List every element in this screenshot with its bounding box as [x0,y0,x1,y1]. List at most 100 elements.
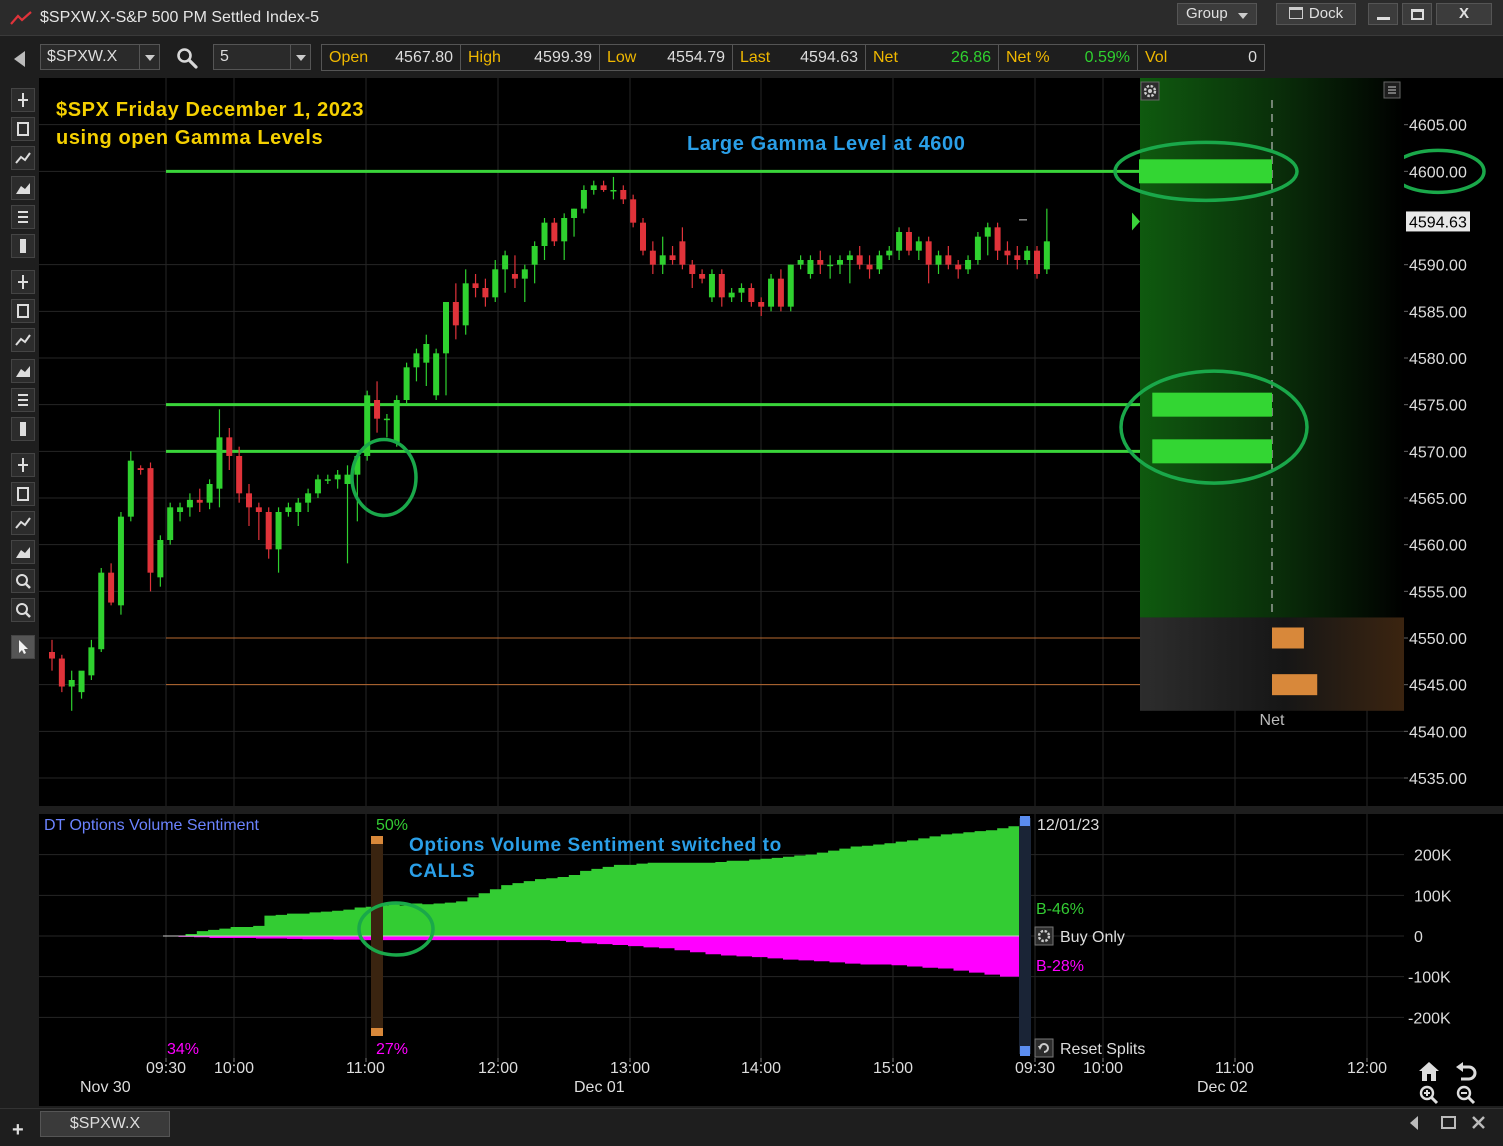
move-icon[interactable] [11,117,35,141]
price-tick-label: 4545.00 [1409,678,1467,695]
price-tick-label: 4535.00 [1409,771,1467,788]
pointer-icon-glyph [19,640,28,654]
candle [206,479,213,510]
left-bottom-pct: 34% [167,1041,199,1058]
candle-body [462,283,469,326]
net-bar [1272,627,1304,649]
grid-small-icon[interactable] [11,388,35,412]
quote-value: 4567.80 [395,48,453,66]
marker-icon[interactable] [11,482,35,506]
chart-window: $SPXW.X-S&P 500 PM Settled Index-5 Group… [0,0,1503,1146]
tab-spxw[interactable]: $SPXW.X [40,1111,170,1137]
collapse-left-icon[interactable] [14,51,25,67]
net-bar [1152,392,1272,417]
search-icon[interactable] [176,47,198,69]
close-tab-icon[interactable] [1472,1116,1485,1129]
candle [147,462,154,592]
cursor-price-icon[interactable] [11,146,35,170]
minimize-button[interactable] [1368,3,1398,25]
indicator-axis[interactable]: 200K 100K 0 -100K -200K [1404,814,1503,1058]
trendline-icon[interactable] [11,299,35,323]
window-title: $SPXW.X-S&P 500 PM Settled Index-5 [40,9,319,26]
candle-body [896,232,903,251]
undo-icon[interactable] [1456,1062,1477,1081]
line-style-icon[interactable] [11,205,35,229]
price-chart[interactable]: $SPX Friday December 1, 2023 using open … [39,78,1404,806]
candle-body [600,185,607,190]
candle [285,502,292,517]
chevron-down-icon[interactable] [290,45,310,69]
candle-body [640,222,646,251]
time-tick-label: 09:30 [146,1060,186,1077]
candle-body [580,190,587,209]
candle-body [78,670,85,693]
candle [334,470,341,489]
price-axis[interactable]: 4605.00 4600.00 4594.63 4590.00 4585.00 4580.… [1404,78,1503,806]
candle-body [196,499,203,503]
group-label: Group [1186,5,1228,22]
candle [1034,246,1040,279]
candle-body [649,250,656,265]
buy-only-toggle[interactable]: Buy Only [1034,926,1125,946]
maximize-button[interactable] [1402,3,1432,25]
add-tab-icon[interactable]: + [12,1119,24,1142]
home-tool-icon[interactable] [11,511,35,535]
maximize-icon [1411,9,1424,20]
candle-body [856,255,863,265]
symbol-select[interactable]: $SPXW.X [40,44,160,70]
sentiment-note-line1: Options Volume Sentiment switched to [409,835,782,856]
previous-icon[interactable] [1410,1116,1418,1130]
table-icon[interactable] [11,359,35,383]
candle-body [659,255,666,265]
interval-select[interactable]: 5 [213,44,311,70]
quote-net: Net 26.86 [866,45,999,70]
split-band [371,839,383,1034]
chevron-down-icon[interactable] [139,45,159,69]
candle [78,670,85,699]
candle [679,227,686,270]
candle [807,255,814,279]
restore-icon[interactable] [1441,1116,1456,1129]
home-icon[interactable] [1419,1062,1439,1081]
pointer-icon[interactable] [11,635,35,659]
zoom-in-icon[interactable] [1419,1085,1439,1105]
candle-body [117,516,124,606]
candle-body [748,288,755,302]
time-axis[interactable]: 09:30 10:00 11:00 12:00 13:00 14:00 15:00 09:30… [39,1058,1404,1106]
bar-style-icon[interactable] [11,176,35,200]
price-tick-label: 4560.00 [1409,538,1467,555]
lock-icon-glyph [18,458,28,472]
candle [935,250,942,274]
candle [295,498,302,526]
candle [403,362,410,405]
candle [127,451,134,522]
candle-body [610,190,617,192]
puts-area [163,936,1031,977]
zoom-out-icon[interactable] [1456,1085,1476,1105]
split-icon-glyph [18,275,28,289]
candle [571,208,578,237]
crosshair-icon[interactable] [11,88,35,112]
group-button[interactable]: Group [1177,3,1257,25]
candle-body [669,255,676,260]
dock-button[interactable]: Dock [1276,3,1356,25]
fib-icon[interactable] [11,417,35,441]
lock-icon[interactable] [11,453,35,477]
undo-tool-icon[interactable] [11,540,35,564]
zoom-out-tool-icon[interactable] [11,598,35,622]
zoom-in-tool-icon[interactable] [11,569,35,593]
reset-splits-button[interactable]: Reset Splits [1034,1038,1145,1058]
candle-body [255,507,262,512]
area-style-icon[interactable] [11,234,35,258]
sentiment-note-line2: CALLS [409,861,475,882]
split-icon[interactable] [11,270,35,294]
gear-icon [1034,926,1054,946]
chart-settings-icon[interactable] [1140,81,1160,101]
price-tick-label: 4600.00 [1409,164,1467,181]
panel-menu-icon[interactable] [1383,81,1401,99]
candle [186,493,193,517]
candle [226,428,233,470]
close-button[interactable]: X [1436,3,1492,25]
grid-icon[interactable] [11,328,35,352]
options-volume-sentiment-panel[interactable]: DT Options Volume Sentiment 50% 27% 34% … [39,814,1404,1058]
